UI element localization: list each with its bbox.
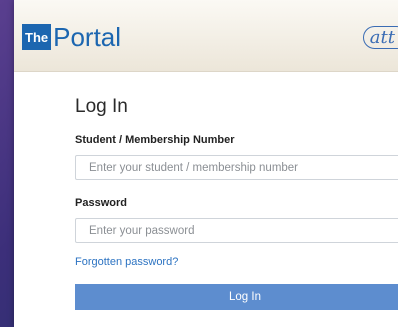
password-label: Password	[75, 197, 127, 209]
login-button[interactable]: Log In	[75, 284, 398, 310]
login-form: Log In Student / Membership Number Enter…	[75, 96, 398, 310]
partner-logo: att	[362, 26, 398, 49]
login-card: The Portal att Log In Student / Membersh…	[14, 0, 398, 327]
page-title: Log In	[75, 96, 128, 117]
portal-logo: The Portal	[22, 22, 121, 52]
logo-badge: The	[22, 24, 52, 50]
student-number-placeholder: Enter your student / membership number	[89, 161, 299, 174]
student-number-label: Student / Membership Number	[75, 134, 235, 146]
student-number-input[interactable]: Enter your student / membership number	[75, 155, 398, 180]
password-placeholder: Enter your password	[89, 224, 195, 237]
logo-text: Portal	[53, 22, 122, 52]
forgot-password-link[interactable]: Forgotten password?	[75, 256, 398, 270]
password-input[interactable]: Enter your password	[75, 218, 398, 243]
portal-header: The Portal att	[14, 0, 398, 72]
